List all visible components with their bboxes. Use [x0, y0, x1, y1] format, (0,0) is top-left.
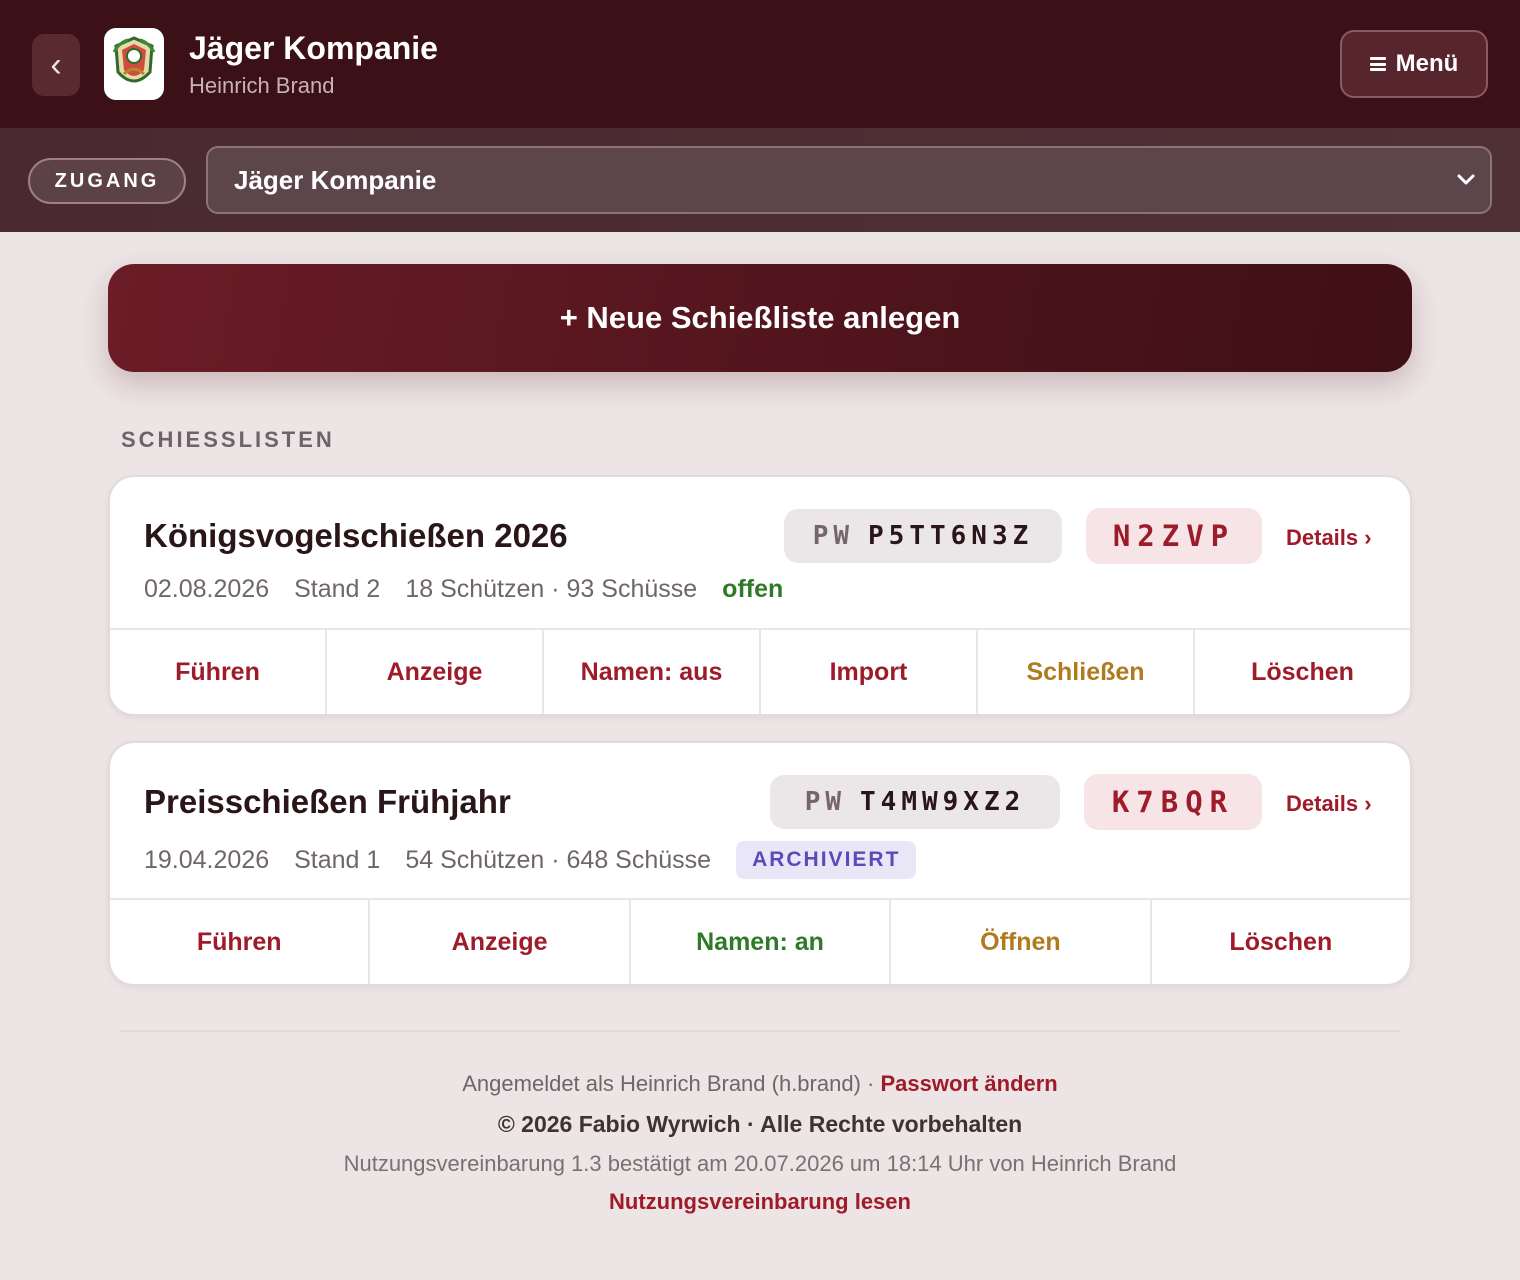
agreement-status: Nutzungsvereinbarung 1.3 bestätigt am 20…	[343, 1151, 1177, 1176]
footer-divider	[120, 1030, 1400, 1032]
names-toggle-button[interactable]: Namen: aus	[542, 630, 759, 714]
new-list-button[interactable]: + Neue Schießliste anlegen	[108, 264, 1412, 372]
list-meta: 19.04.2026 Stand 1 54 Schützen · 648 Sch…	[144, 841, 941, 879]
list-stand: Stand 1	[294, 845, 381, 874]
delete-button[interactable]: Löschen	[1149, 900, 1410, 984]
close-list-button[interactable]: Schließen	[976, 630, 1193, 714]
user-name: Heinrich Brand	[189, 73, 335, 98]
details-link[interactable]: Details ›	[1286, 791, 1372, 817]
menu-label: Menü	[1395, 50, 1459, 77]
action-bar: Führen Anzeige Namen: aus Import Schließ…	[110, 628, 1410, 714]
access-code: K7BQR	[1084, 774, 1262, 830]
back-button[interactable]: ‹	[32, 34, 80, 96]
list-title: Preisschießen Frühjahr	[144, 783, 511, 820]
status-badge: offen	[722, 575, 784, 603]
list-card: Königsvogelschießen 2026 PW P5TT6N3Z N2Z…	[108, 475, 1412, 716]
company-select-value: Jäger Kompanie	[234, 164, 437, 195]
password-label: PW	[804, 787, 847, 817]
list-title: Königsvogelschießen 2026	[144, 517, 568, 554]
menu-button[interactable]: Menü	[1340, 30, 1488, 98]
access-code: N2ZVP	[1086, 508, 1262, 564]
chevron-down-icon	[1457, 174, 1475, 185]
section-heading: SCHIESSLISTEN	[121, 427, 335, 452]
password-pill: PW P5TT6N3Z	[784, 509, 1062, 563]
list-meta: 02.08.2026 Stand 2 18 Schützen · 93 Schü…	[144, 575, 808, 604]
change-password-link[interactable]: Passwort ändern	[880, 1071, 1057, 1096]
club-crest-icon	[104, 28, 164, 100]
top-bar: ‹ Jäger Kompanie Heinrich Brand Menü	[0, 0, 1520, 128]
access-badge: ZUGANG	[28, 158, 186, 204]
delete-button[interactable]: Löschen	[1193, 630, 1410, 714]
logged-in-text: Angemeldet als Heinrich Brand (h.brand) …	[462, 1071, 881, 1096]
list-stats: 54 Schützen · 648 Schüsse	[405, 845, 712, 874]
list-card: Preisschießen Frühjahr PW T4MW9XZ2 K7BQR…	[108, 741, 1412, 986]
hamburger-icon	[1369, 57, 1386, 71]
action-bar: Führen Anzeige Namen: an Öffnen Löschen	[110, 898, 1410, 984]
password-value: T4MW9XZ2	[860, 787, 1026, 817]
company-select[interactable]: Jäger Kompanie	[206, 146, 1492, 214]
list-stand: Stand 2	[294, 575, 381, 603]
list-stats: 18 Schützen · 93 Schüsse	[405, 575, 698, 603]
status-badge: ARCHIVIERT	[736, 841, 917, 879]
login-info: Angemeldet als Heinrich Brand (h.brand) …	[0, 1071, 1520, 1097]
display-button[interactable]: Anzeige	[325, 630, 542, 714]
list-date: 02.08.2026	[144, 575, 270, 603]
password-label: PW	[812, 521, 855, 551]
agreement-link[interactable]: Nutzungsvereinbarung lesen	[0, 1189, 1520, 1215]
chevron-left-icon: ‹	[50, 45, 62, 84]
lead-button[interactable]: Führen	[110, 630, 325, 714]
lead-button[interactable]: Führen	[110, 900, 368, 984]
display-button[interactable]: Anzeige	[368, 900, 628, 984]
password-pill: PW T4MW9XZ2	[770, 775, 1060, 829]
app-title: Jäger Kompanie	[189, 30, 438, 66]
open-list-button[interactable]: Öffnen	[889, 900, 1149, 984]
copyright: © 2026 Fabio Wyrwich · Alle Rechte vorbe…	[497, 1111, 1023, 1137]
import-button[interactable]: Import	[759, 630, 976, 714]
names-toggle-button[interactable]: Namen: an	[628, 900, 889, 984]
password-value: P5TT6N3Z	[868, 521, 1034, 551]
access-bar: ZUGANG Jäger Kompanie	[0, 128, 1520, 232]
details-link[interactable]: Details ›	[1286, 525, 1372, 551]
list-date: 19.04.2026	[144, 845, 270, 874]
